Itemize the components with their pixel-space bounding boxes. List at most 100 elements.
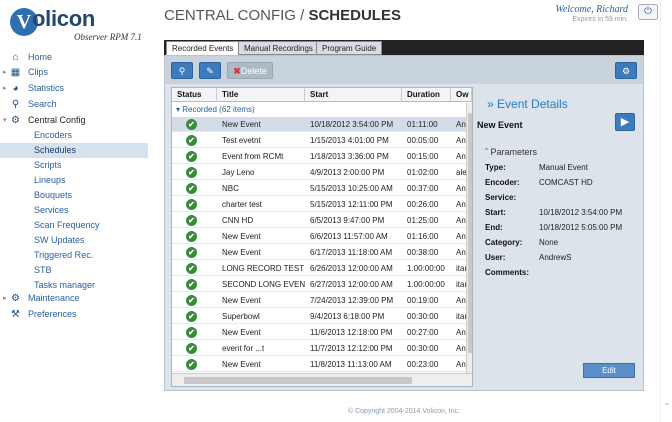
sidebar-subitem-sw-updates[interactable]: SW Updates (0, 233, 148, 248)
sidebar-item-home[interactable]: ⌂ Home (0, 50, 148, 65)
statistics-icon: ◕ (12, 83, 19, 94)
sidebar-subitem-stb[interactable]: STB (0, 263, 148, 278)
status-ok-icon: ✔ (186, 279, 197, 290)
cell-start: 4/9/2013 2:00:00 PM (310, 168, 385, 177)
sidebar-item-label: Maintenance (28, 293, 80, 303)
search-button[interactable]: ⚲ (171, 62, 193, 79)
param-key: Service: (485, 193, 517, 202)
sidebar-item-clips[interactable]: ▸ ▦ Clips (0, 65, 148, 80)
table-row[interactable]: ✔ SECOND LONG EVENT 6/27/2013 12:00:00 AM 1… (172, 277, 467, 292)
delete-button[interactable]: ✖Delete (227, 62, 273, 79)
tab-recorded-events[interactable]: Recorded Events (166, 41, 240, 55)
toolbar: ⚲ ✎ ✖Delete ⚙ (165, 56, 643, 84)
table-row[interactable]: ✔ LONG RECORD TEST 6/26/2013 12:00:00 AM 1.… (172, 261, 467, 276)
tab-manual-recordings[interactable]: Manual Recordings (238, 41, 319, 55)
status-ok-icon: ✔ (186, 151, 197, 162)
table-row[interactable]: ✔ charter test 5/15/2013 12:11:00 PM 00:26:… (172, 197, 466, 212)
grid-header: Status Title Start Duration Ow (172, 88, 472, 102)
sidebar-subitem-lineups[interactable]: Lineups (0, 173, 148, 188)
table-row[interactable]: ✔ New Event 7/24/2013 12:39:00 PM 00:19:00 A… (172, 293, 466, 308)
cell-duration: 1.00:00:00 (407, 264, 445, 273)
page-title: CENTRAL CONFIG / SCHEDULES (164, 7, 401, 24)
sidebar-item-maintenance[interactable]: ▸ ⚙ Maintenance (0, 291, 148, 306)
cell-owner: An (456, 344, 466, 353)
tab-program-guide[interactable]: Program Guide (316, 41, 383, 55)
table-row[interactable]: ✔ CNN HD 6/5/2013 9:47:00 PM 01:25:00 An (172, 213, 466, 228)
sidebar-subitem-encoders[interactable]: Encoders (0, 128, 148, 143)
cell-owner: An (456, 232, 466, 241)
sidebar-subitem-bouquets[interactable]: Bouquets (0, 188, 148, 203)
cell-start: 1/18/2013 3:36:00 PM (310, 152, 389, 161)
cell-title: Jay Leno (222, 168, 255, 177)
logout-button[interactable]: ⏻ (638, 4, 658, 20)
table-row[interactable]: ✔ New Event 11/6/2013 12:18:00 PM 00:27:00 A… (172, 325, 466, 340)
table-row[interactable]: ✔ event for ...t 11/7/2013 12:12:00 PM 00:3… (172, 341, 466, 356)
scroll-thumb[interactable] (184, 377, 412, 384)
chevron-right-icon: » (487, 97, 498, 111)
sidebar-item-preferences[interactable]: ⚒ Preferences (0, 307, 148, 322)
column-header-status[interactable]: Status (172, 88, 217, 102)
edit-button[interactable]: ✎ (199, 62, 221, 79)
cell-owner: ale (456, 168, 467, 177)
sidebar-item-statistics[interactable]: ▸ ◕ Statistics (0, 81, 148, 96)
expand-icon[interactable]: ▸ (3, 291, 7, 306)
table-row[interactable]: ✔ New Event 6/6/2013 11:57:00 AM 01:16:00 An (172, 229, 466, 244)
param-key: Comments: (485, 268, 530, 277)
table-row[interactable]: ✔ New Event 6/17/2013 11:18:00 AM 00:38:00 A… (172, 245, 466, 260)
details-title: » Event Details (487, 97, 568, 111)
table-row[interactable]: ✔ Superbowl 9/4/2013 6:18:00 PM 00:30:00 ita… (172, 309, 467, 324)
sidebar-item-label: Preferences (28, 309, 77, 319)
play-button[interactable]: ▶ (615, 113, 635, 131)
cell-title: Test evetnt (222, 136, 261, 145)
sidebar-subitem-scan-frequency[interactable]: Scan Frequency (0, 218, 148, 233)
cell-title: New Event (222, 120, 261, 129)
app-window: V olicon Observer RPM 7.1 ⌂ Home ▸ ▦ Cli… (0, 0, 672, 422)
sidebar-subitem-triggered-rec[interactable]: Triggered Rec. (0, 248, 148, 263)
details-event-name: New Event (477, 120, 523, 130)
column-header-title[interactable]: Title (217, 88, 305, 102)
cell-title: Event from RCMt (222, 152, 284, 161)
table-row[interactable]: ✔ NBC 5/15/2013 10:25:00 AM 00:37:00 An (172, 181, 466, 196)
param-value: 10/18/2012 3:54:00 PM (539, 208, 623, 217)
cell-title: New Event (222, 328, 261, 337)
vertical-scrollbar[interactable] (466, 103, 472, 373)
table-row[interactable]: ✔ New Event 11/8/2013 11:13:00 AM 00:23:00 A… (172, 357, 466, 372)
param-value: AndrewS (539, 253, 572, 262)
home-icon: ⌂ (12, 52, 19, 63)
table-row[interactable]: ✔ Jay Leno 4/9/2013 2:00:00 PM 01:02:00 ale (172, 165, 467, 180)
sidebar-subitem-schedules[interactable]: Schedules (0, 143, 148, 158)
sidebar-subitem-scripts[interactable]: Scripts (0, 158, 148, 173)
column-header-owner[interactable]: Ow (451, 88, 472, 102)
delete-label: Delete (240, 66, 267, 76)
horizontal-scrollbar[interactable] (172, 373, 472, 386)
cell-duration: 00:23:00 (407, 360, 439, 369)
sidebar-subitem-services[interactable]: Services (0, 203, 148, 218)
sidebar-item-central-config[interactable]: ▾ ⚙ Central Config (0, 113, 148, 128)
settings-button[interactable]: ⚙ (615, 62, 637, 79)
sidebar-item-label: Search (28, 99, 57, 109)
cell-owner: itar (456, 312, 467, 321)
sidebar-item-search[interactable]: ⚲ Search (0, 97, 148, 112)
details-edit-button[interactable]: Edit (583, 363, 635, 378)
chevron-down-icon[interactable]: ⌄ (663, 397, 671, 408)
cell-owner: An (456, 152, 466, 161)
table-row[interactable]: ✔ Test evetnt 1/15/2013 4:01:00 PM 00:05:00… (172, 133, 466, 148)
cell-duration: 00:30:00 (407, 344, 439, 353)
cell-owner: An (456, 296, 466, 305)
edit-icon: ✎ (206, 66, 214, 76)
column-header-duration[interactable]: Duration (402, 88, 451, 102)
scroll-thumb[interactable] (468, 113, 472, 353)
logo-word: olicon (32, 6, 95, 31)
expand-icon[interactable]: ▸ (3, 65, 7, 80)
table-row[interactable]: ✔ Event from RCMt 1/18/2013 3:36:00 PM 00:1… (172, 149, 466, 164)
collapse-icon[interactable]: ▾ (3, 113, 7, 128)
expand-icon[interactable]: ▸ (3, 81, 7, 96)
table-row[interactable]: ✔ New Event 10/18/2012 3:54:00 PM 01:11:00 A… (172, 117, 466, 132)
page-scrollbar[interactable]: ⌄ (660, 0, 672, 422)
cell-start: 1/15/2013 4:01:00 PM (310, 136, 389, 145)
cell-duration: 00:05:00 (407, 136, 439, 145)
group-row[interactable]: ▾ Recorded (62 items) (172, 103, 472, 116)
column-header-start[interactable]: Start (305, 88, 402, 102)
sidebar-item-label: Central Config (28, 115, 86, 125)
parameters-heading[interactable]: ˆ Parameters (485, 147, 537, 157)
